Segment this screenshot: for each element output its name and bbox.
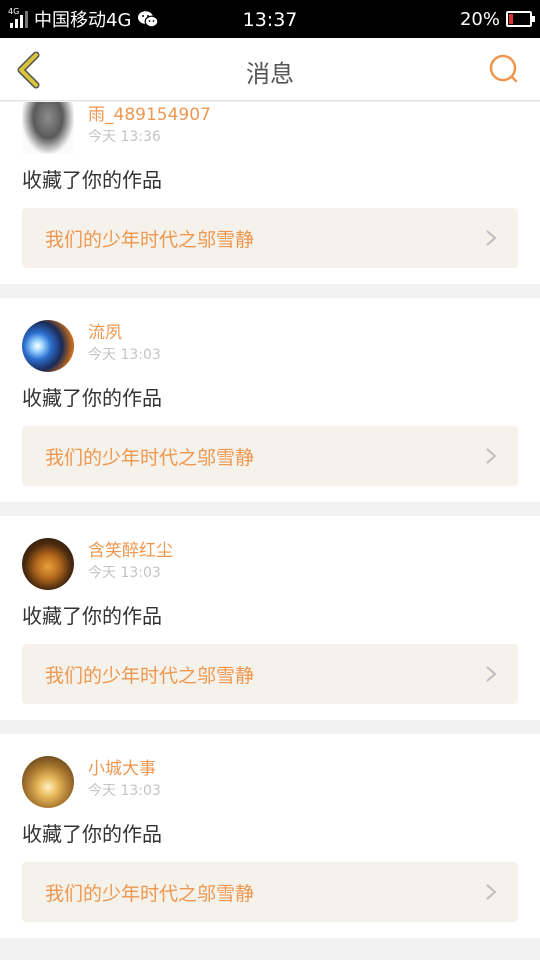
battery-icon xyxy=(506,11,535,27)
action-text: 收藏了你的作品 xyxy=(22,386,162,410)
message-card: 雨_489154907 今天 13:36 收藏了你的作品 我们的少年时代之邬雪静 xyxy=(0,102,540,284)
status-bar-right: 20% xyxy=(459,0,535,38)
chevron-right-icon xyxy=(486,230,497,246)
avatar[interactable] xyxy=(22,320,74,372)
battery-percent: 20% xyxy=(459,8,500,30)
message-card: 流夙 今天 13:03 收藏了你的作品 我们的少年时代之邬雪静 xyxy=(0,298,540,502)
page-title: 消息 xyxy=(246,60,294,88)
timestamp: 今天 13:03 xyxy=(88,347,161,363)
title-bar: 消息 xyxy=(0,38,540,101)
action-text: 收藏了你的作品 xyxy=(22,168,162,192)
message-card: 含笑醉红尘 今天 13:03 收藏了你的作品 我们的少年时代之邬雪静 xyxy=(0,516,540,720)
message-card: 小城大事 今天 13:03 收藏了你的作品 我们的少年时代之邬雪静 xyxy=(0,734,540,938)
chevron-right-icon xyxy=(486,884,497,900)
action-text: 收藏了你的作品 xyxy=(22,604,162,628)
work-link[interactable]: 我们的少年时代之邬雪静 xyxy=(22,208,518,268)
timestamp: 今天 13:36 xyxy=(88,129,161,145)
username[interactable]: 流夙 xyxy=(88,322,161,344)
search-button[interactable] xyxy=(488,53,520,85)
work-link[interactable]: 我们的少年时代之邬雪静 xyxy=(22,644,518,704)
avatar[interactable] xyxy=(22,102,74,154)
search-icon xyxy=(489,54,518,83)
status-bar: 4G 中国移动4G 13:37 20% xyxy=(0,0,540,38)
timestamp: 今天 13:03 xyxy=(88,783,161,799)
chevron-right-icon xyxy=(486,448,497,464)
username[interactable]: 雨_489154907 xyxy=(88,104,211,126)
username[interactable]: 小城大事 xyxy=(88,758,161,780)
work-title: 我们的少年时代之邬雪静 xyxy=(45,882,255,905)
action-text: 收藏了你的作品 xyxy=(22,822,162,846)
work-link[interactable]: 我们的少年时代之邬雪静 xyxy=(22,426,518,486)
message-list[interactable]: 雨_489154907 今天 13:36 收藏了你的作品 我们的少年时代之邬雪静… xyxy=(0,102,540,960)
avatar[interactable] xyxy=(22,756,74,808)
timestamp: 今天 13:03 xyxy=(88,565,161,581)
chevron-right-icon xyxy=(486,666,497,682)
avatar[interactable] xyxy=(22,538,74,590)
work-title: 我们的少年时代之邬雪静 xyxy=(45,446,255,469)
username[interactable]: 含笑醉红尘 xyxy=(88,540,173,562)
work-title: 我们的少年时代之邬雪静 xyxy=(45,228,255,251)
work-link[interactable]: 我们的少年时代之邬雪静 xyxy=(22,862,518,922)
work-title: 我们的少年时代之邬雪静 xyxy=(45,664,255,687)
